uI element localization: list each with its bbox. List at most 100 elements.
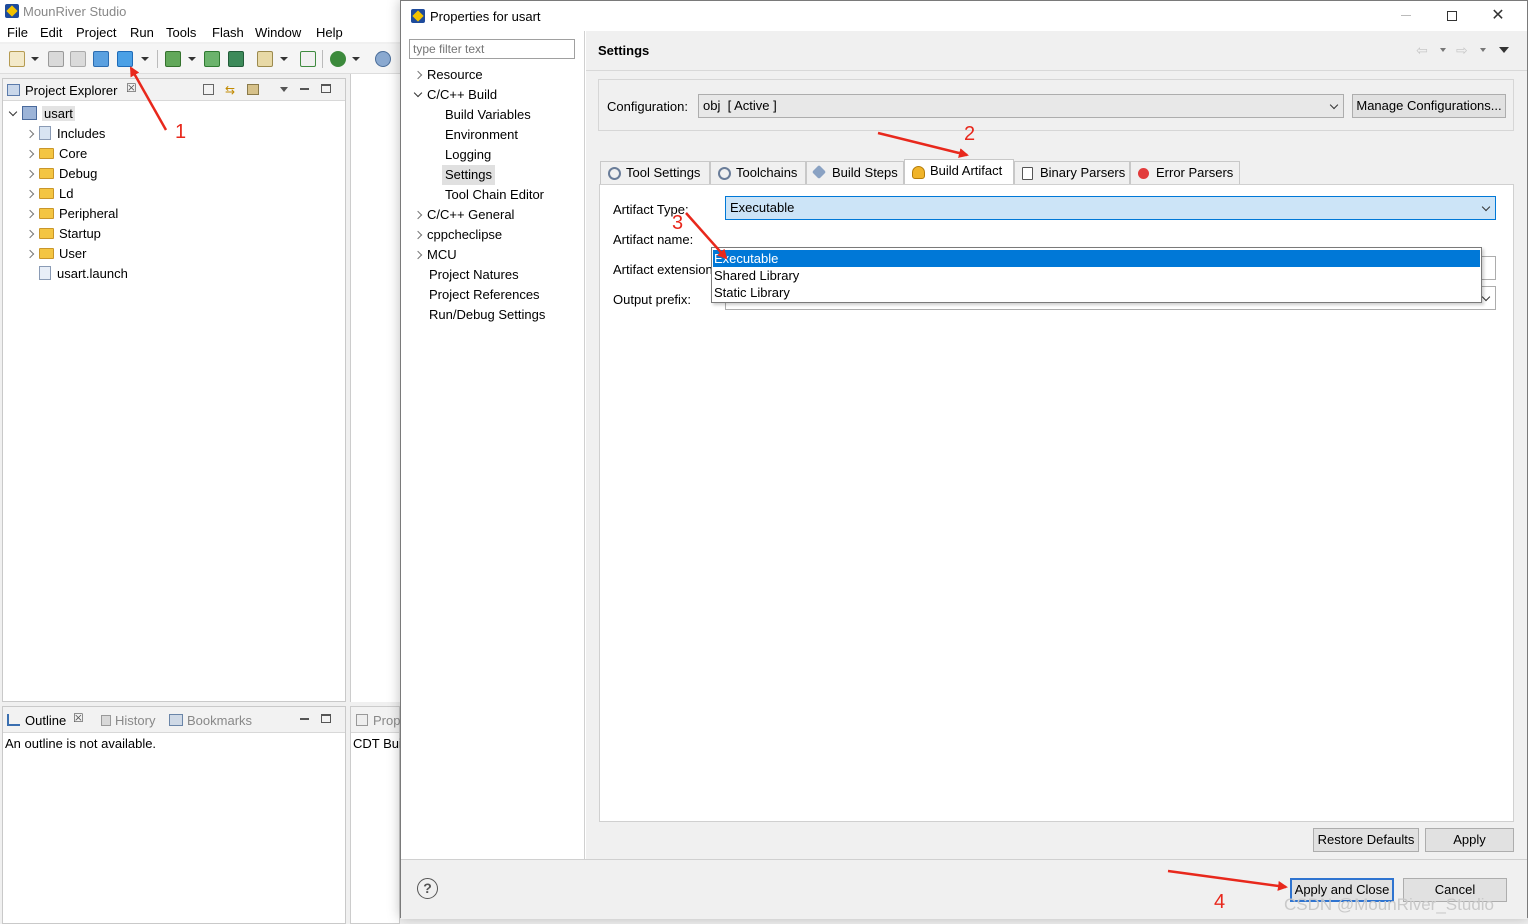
tab-build-steps[interactable]: Build Steps bbox=[806, 161, 904, 184]
nav-settings[interactable]: Settings bbox=[442, 165, 495, 185]
nav-project-references[interactable]: Project References bbox=[429, 285, 540, 305]
option-shared-library[interactable]: Shared Library bbox=[713, 267, 1480, 284]
download-icon[interactable] bbox=[165, 51, 181, 67]
build-settings-icon[interactable] bbox=[117, 51, 133, 67]
configuration-select[interactable]: obj [ Active ] bbox=[698, 94, 1344, 118]
chevron-down-icon[interactable] bbox=[1480, 48, 1486, 52]
close-icon[interactable]: ☒ bbox=[126, 81, 137, 95]
chevron-right-icon[interactable] bbox=[25, 129, 35, 139]
forward-icon[interactable]: ⇨ bbox=[1456, 42, 1468, 59]
menu-file[interactable]: File bbox=[7, 25, 28, 40]
tree-project-usart[interactable]: usart bbox=[8, 104, 75, 124]
filter-icon[interactable] bbox=[247, 84, 259, 95]
menu-edit[interactable]: Edit bbox=[40, 25, 62, 40]
chevron-right-icon[interactable] bbox=[413, 250, 423, 260]
minimize-icon[interactable] bbox=[300, 718, 309, 720]
tree-item-launch-file[interactable]: usart.launch bbox=[39, 264, 128, 284]
view-menu-icon[interactable] bbox=[1499, 47, 1509, 53]
chevron-right-icon[interactable] bbox=[25, 189, 35, 199]
minimize-icon[interactable] bbox=[300, 88, 309, 90]
tab-properties[interactable]: Prop bbox=[373, 713, 400, 728]
build-all-icon[interactable] bbox=[204, 51, 220, 67]
back-icon[interactable]: ⇦ bbox=[1416, 42, 1428, 59]
help-icon[interactable]: ? bbox=[417, 878, 438, 899]
maximize-icon[interactable] bbox=[321, 714, 331, 723]
tree-item-ld[interactable]: Ld bbox=[25, 184, 73, 204]
option-static-library[interactable]: Static Library bbox=[713, 284, 1480, 301]
menu-window[interactable]: Window bbox=[255, 25, 301, 40]
chevron-right-icon[interactable] bbox=[413, 230, 423, 240]
chevron-down-icon[interactable] bbox=[280, 57, 288, 61]
close-icon[interactable]: ☒ bbox=[73, 711, 84, 725]
chevron-right-icon[interactable] bbox=[25, 149, 35, 159]
save-icon[interactable] bbox=[48, 51, 64, 67]
view-menu-icon[interactable] bbox=[280, 87, 288, 92]
chevron-right-icon[interactable] bbox=[25, 169, 35, 179]
layers-icon[interactable] bbox=[228, 51, 244, 67]
option-executable[interactable]: Executable bbox=[713, 250, 1480, 267]
chevron-down-icon[interactable] bbox=[141, 57, 149, 61]
artifact-type-select[interactable]: Executable bbox=[725, 196, 1496, 220]
close-window-icon[interactable]: ✕ bbox=[1475, 1, 1521, 31]
restore-defaults-button[interactable]: Restore Defaults bbox=[1313, 828, 1419, 852]
nav-resource[interactable]: Resource bbox=[413, 65, 483, 85]
chevron-right-icon[interactable] bbox=[25, 209, 35, 219]
menu-flash[interactable]: Flash bbox=[212, 25, 244, 40]
chevron-right-icon[interactable] bbox=[25, 249, 35, 259]
build-config-icon[interactable] bbox=[93, 51, 109, 67]
nav-tool-chain-editor[interactable]: Tool Chain Editor bbox=[445, 185, 544, 205]
tab-bookmarks[interactable]: Bookmarks bbox=[187, 713, 252, 728]
menu-tools[interactable]: Tools bbox=[166, 25, 196, 40]
nav-logging[interactable]: Logging bbox=[445, 145, 491, 165]
console-icon[interactable] bbox=[300, 51, 316, 67]
nav-build-variables[interactable]: Build Variables bbox=[445, 105, 531, 125]
menu-help[interactable]: Help bbox=[316, 25, 343, 40]
tab-label: Error Parsers bbox=[1156, 165, 1234, 180]
tree-item-user[interactable]: User bbox=[25, 244, 86, 264]
tree-item-debug[interactable]: Debug bbox=[25, 164, 97, 184]
chevron-down-icon[interactable] bbox=[1440, 48, 1446, 52]
chevron-down-icon[interactable] bbox=[413, 88, 423, 98]
nav-project-natures[interactable]: Project Natures bbox=[429, 265, 519, 285]
manage-configurations-button[interactable]: Manage Configurations... bbox=[1352, 94, 1506, 118]
search-icon[interactable] bbox=[375, 51, 391, 67]
chevron-right-icon[interactable] bbox=[413, 70, 423, 80]
chevron-down-icon[interactable] bbox=[188, 57, 196, 61]
tree-item-peripheral[interactable]: Peripheral bbox=[25, 204, 118, 224]
tab-binary-parsers[interactable]: Binary Parsers bbox=[1014, 161, 1130, 184]
minimize-window-icon[interactable] bbox=[1383, 1, 1429, 31]
nav-cpp-general[interactable]: C/C++ General bbox=[413, 205, 514, 225]
tab-history[interactable]: History bbox=[115, 713, 155, 728]
tab-outline[interactable]: Outline bbox=[25, 713, 66, 728]
filter-input[interactable] bbox=[409, 39, 575, 59]
tab-tool-settings[interactable]: Tool Settings bbox=[600, 161, 710, 184]
collapse-all-icon[interactable] bbox=[203, 84, 214, 95]
tab-error-parsers[interactable]: Error Parsers bbox=[1130, 161, 1240, 184]
chevron-right-icon[interactable] bbox=[413, 210, 423, 220]
tree-item-includes[interactable]: Includes bbox=[25, 124, 105, 144]
nav-cppcheclipse[interactable]: cppcheclipse bbox=[413, 225, 502, 245]
project-explorer-title[interactable]: Project Explorer bbox=[25, 83, 117, 98]
apply-button[interactable]: Apply bbox=[1425, 828, 1514, 852]
maximize-window-icon[interactable] bbox=[1429, 1, 1475, 31]
link-editor-icon[interactable]: ⇆ bbox=[225, 83, 235, 97]
flash-icon[interactable] bbox=[257, 51, 273, 67]
chevron-down-icon[interactable] bbox=[352, 57, 360, 61]
menu-project[interactable]: Project bbox=[76, 25, 116, 40]
save-all-icon[interactable] bbox=[70, 51, 86, 67]
maximize-icon[interactable] bbox=[321, 84, 331, 93]
chevron-down-icon[interactable] bbox=[31, 57, 39, 61]
new-icon[interactable] bbox=[9, 51, 25, 67]
chevron-right-icon[interactable] bbox=[25, 229, 35, 239]
tree-item-core[interactable]: Core bbox=[25, 144, 87, 164]
chevron-down-icon[interactable] bbox=[8, 107, 18, 117]
tab-toolchains[interactable]: Toolchains bbox=[710, 161, 806, 184]
nav-cpp-build[interactable]: C/C++ Build bbox=[413, 85, 497, 105]
nav-run-debug-settings[interactable]: Run/Debug Settings bbox=[429, 305, 545, 325]
tree-item-startup[interactable]: Startup bbox=[25, 224, 101, 244]
tab-build-artifact[interactable]: Build Artifact bbox=[904, 159, 1014, 185]
nav-mcu[interactable]: MCU bbox=[413, 245, 457, 265]
debug-icon[interactable] bbox=[330, 51, 346, 67]
nav-environment[interactable]: Environment bbox=[445, 125, 518, 145]
menu-run[interactable]: Run bbox=[130, 25, 154, 40]
